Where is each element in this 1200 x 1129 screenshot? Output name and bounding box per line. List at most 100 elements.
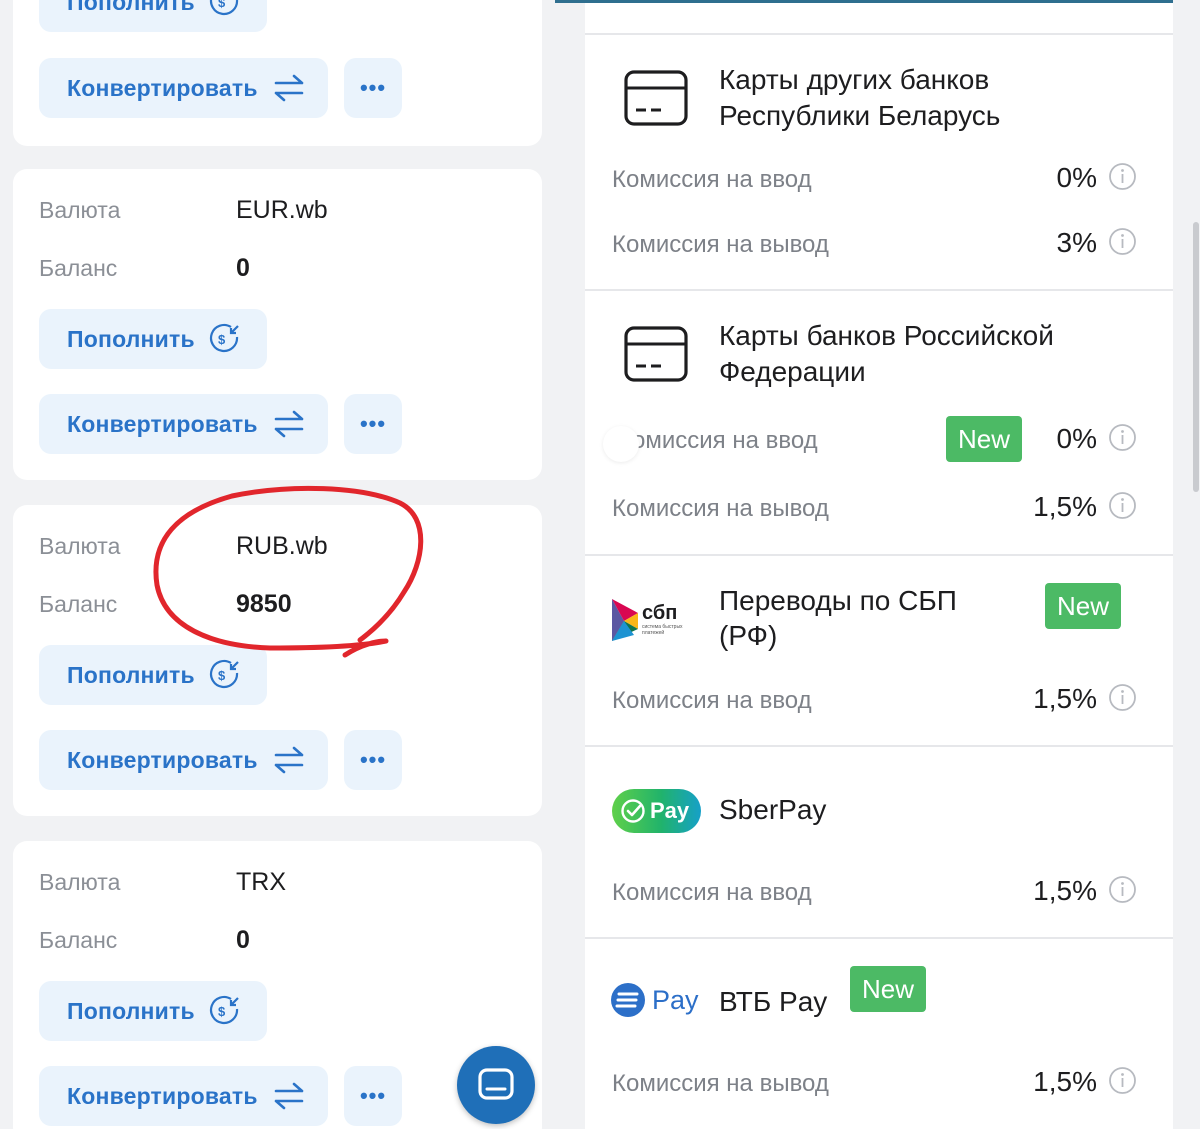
more-button[interactable]: ••• [344,394,402,454]
new-badge: New [1045,583,1122,629]
svg-text:$: $ [218,1004,226,1019]
app-screen: Пополнить $ Конвертировать ••• Валюта EU… [0,0,1200,1129]
more-button[interactable]: ••• [344,1066,402,1126]
convert-button[interactable]: Конвертировать [39,394,328,454]
topup-label: Пополнить [67,325,195,352]
topup-button[interactable]: Пополнить $ [39,645,267,705]
more-button[interactable]: ••• [344,58,402,118]
convert-label: Конвертировать [67,746,258,773]
fee-value: 3% [1056,227,1097,258]
info-icon[interactable] [1108,875,1137,904]
vtbpay-logo-text: Pay [652,984,699,1015]
card-icon [624,326,688,382]
top-accent-line [555,0,1173,3]
topup-button[interactable]: Пополнить $ [39,981,267,1041]
more-dots-icon: ••• [359,411,387,436]
method-title-line1: Карты банков Российской [719,320,1054,351]
scrollbar[interactable] [1193,222,1199,492]
convert-label: Конвертировать [67,410,258,437]
fee-label: Комиссия на ввод [612,879,812,906]
info-icon[interactable] [1108,683,1137,712]
more-dots-icon: ••• [359,75,387,100]
balance-label: Баланс [39,255,118,281]
dollar-refill-icon: $ [209,0,241,18]
currency-label: Валюта [39,869,121,895]
method-title-line1: Переводы по СБП [719,585,957,616]
swap-arrows-icon [272,73,306,103]
info-icon[interactable] [1108,162,1137,191]
method-title-line1: Карты других банков [719,64,990,95]
fee-label: Комиссия на ввод [612,166,812,193]
sbp-logo-subtext: платежей [642,629,664,636]
swap-arrows-icon [272,745,306,775]
chat-button[interactable] [457,1046,535,1124]
divider [585,937,1173,939]
topup-label: Пополнить [67,0,195,15]
wallet-card-eur: Валюта EUR.wb Баланс 0 Пополнить $ Конве… [13,169,542,480]
topup-label: Пополнить [67,661,195,688]
currency-value: RUB.wb [236,532,328,560]
method-title-line2: (РФ) [719,620,778,651]
fee-label: Комиссия на вывод [612,231,829,258]
currency-value: EUR.wb [236,196,328,224]
swap-arrows-icon [272,1081,306,1111]
info-icon[interactable] [1108,227,1137,256]
wallet-card-rub: Валюта RUB.wb Баланс 9850 Пополнить $ Ко… [13,505,542,816]
method-title-line2: Республики Беларусь [719,100,1001,131]
svg-text:$: $ [218,0,226,10]
fee-value: 1,5% [1033,1066,1097,1097]
fee-label: Комиссия на ввод [612,687,812,714]
info-icon[interactable] [1108,1066,1137,1095]
fee-label: Комиссия на вывод [612,495,829,522]
wallet-list: Пополнить $ Конвертировать ••• Валюта EU… [0,0,556,1129]
sber-check-icon [621,799,645,823]
vtbpay-logo: Pay [610,982,699,1018]
method-title-line2: Федерации [719,356,866,387]
dollar-refill-icon: $ [209,323,241,355]
convert-label: Конвертировать [67,74,258,101]
sbp-logo-text: сбп [642,602,677,624]
sberpay-logo: Pay [612,789,701,833]
fee-value: 0% [1056,423,1097,454]
divider [585,554,1173,556]
info-icon[interactable] [1108,491,1137,520]
divider [585,33,1173,35]
method-title-line1: ВТБ Pay [719,986,828,1017]
fee-label: Комиссия на вывод [612,1070,829,1097]
more-dots-icon: ••• [359,747,387,772]
convert-button[interactable]: Конвертировать [39,730,328,790]
convert-button[interactable]: Конвертировать [39,58,328,118]
balance-label: Баланс [39,591,118,617]
card-icon [624,70,688,126]
vtb-circle-icon [611,983,645,1017]
svg-text:$: $ [218,332,226,347]
fee-label: омиссия на ввод [632,427,818,454]
fee-value: 1,5% [1033,491,1097,522]
balance-value: 0 [236,254,250,282]
topup-button[interactable]: Пополнить $ [39,0,267,32]
more-button[interactable]: ••• [344,730,402,790]
fee-value: 1,5% [1033,875,1097,906]
info-icon[interactable] [1108,423,1137,452]
fee-value: 1,5% [1033,683,1097,714]
topup-label: Пополнить [67,997,195,1024]
sbp-logo-icon: сбп система быстрых платежей [612,599,683,641]
dollar-refill-icon: $ [209,659,241,691]
chat-bubble-icon [478,1068,514,1100]
divider [585,289,1173,291]
new-badge: New [946,416,1023,462]
convert-button[interactable]: Конвертировать [39,1066,328,1126]
currency-label: Валюта [39,533,121,559]
sberpay-logo-text: Pay [650,798,690,823]
svg-text:$: $ [218,668,226,683]
method-title-line1: SberPay [719,794,827,825]
new-badge: New [850,966,927,1012]
payment-methods-panel: Карты других банков Республики Беларусь … [555,0,1173,1129]
currency-label: Валюта [39,197,121,223]
currency-value: TRX [236,868,286,896]
balance-label: Баланс [39,927,118,953]
balance-value: 0 [236,926,250,954]
more-dots-icon: ••• [359,1083,387,1108]
topup-button[interactable]: Пополнить $ [39,309,267,369]
touch-indicator [603,426,639,462]
